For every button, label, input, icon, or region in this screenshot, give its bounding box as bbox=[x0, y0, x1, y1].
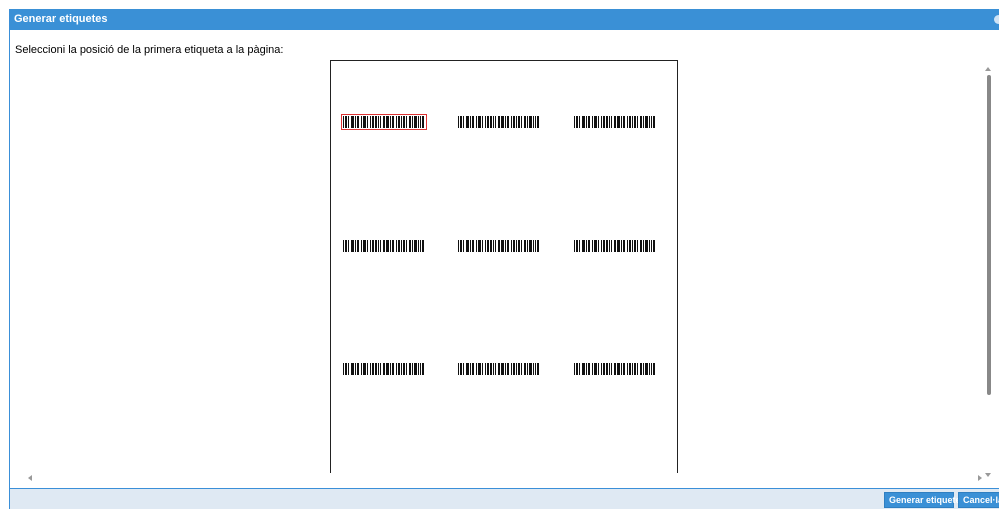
label-position-5[interactable] bbox=[458, 240, 540, 252]
barcode-icon bbox=[458, 240, 539, 252]
label-sheet bbox=[330, 60, 678, 473]
cancel-button[interactable]: Cancel·lar bbox=[958, 492, 999, 508]
barcode-icon bbox=[343, 116, 424, 128]
label-position-6[interactable] bbox=[574, 240, 656, 252]
dialog-title-bar: Generar etiquetes bbox=[10, 9, 999, 30]
label-position-1[interactable] bbox=[341, 114, 427, 130]
label-position-7[interactable] bbox=[343, 363, 425, 375]
generate-labels-dialog: Generar etiquetes Seleccioni la posició … bbox=[9, 9, 999, 509]
scroll-right-icon[interactable] bbox=[978, 475, 982, 481]
label-position-4[interactable] bbox=[343, 240, 425, 252]
instruction-text: Seleccioni la posició de la primera etiq… bbox=[15, 44, 284, 56]
label-position-8[interactable] bbox=[458, 363, 540, 375]
dialog-footer: Generar etiquetes Cancel·lar bbox=[10, 488, 999, 509]
page-preview-area bbox=[10, 57, 978, 473]
close-icon[interactable] bbox=[994, 15, 999, 24]
vertical-scroll-thumb[interactable] bbox=[987, 75, 991, 395]
scroll-up-icon[interactable] bbox=[985, 67, 991, 71]
generate-labels-button[interactable]: Generar etiquetes bbox=[884, 492, 966, 508]
barcode-icon bbox=[458, 363, 539, 375]
label-position-2[interactable] bbox=[458, 116, 540, 128]
label-position-9[interactable] bbox=[574, 363, 656, 375]
barcode-icon bbox=[574, 116, 655, 128]
barcode-icon bbox=[343, 240, 424, 252]
barcode-icon bbox=[574, 363, 655, 375]
barcode-icon bbox=[574, 240, 655, 252]
barcode-icon bbox=[343, 363, 424, 375]
vertical-scrollbar[interactable] bbox=[983, 65, 995, 479]
dialog-title: Generar etiquetes bbox=[14, 13, 108, 25]
scroll-down-icon[interactable] bbox=[985, 473, 991, 477]
horizontal-scrollbar[interactable] bbox=[26, 473, 984, 485]
barcode-icon bbox=[458, 116, 539, 128]
scroll-left-icon[interactable] bbox=[28, 475, 32, 481]
label-position-3[interactable] bbox=[574, 116, 656, 128]
